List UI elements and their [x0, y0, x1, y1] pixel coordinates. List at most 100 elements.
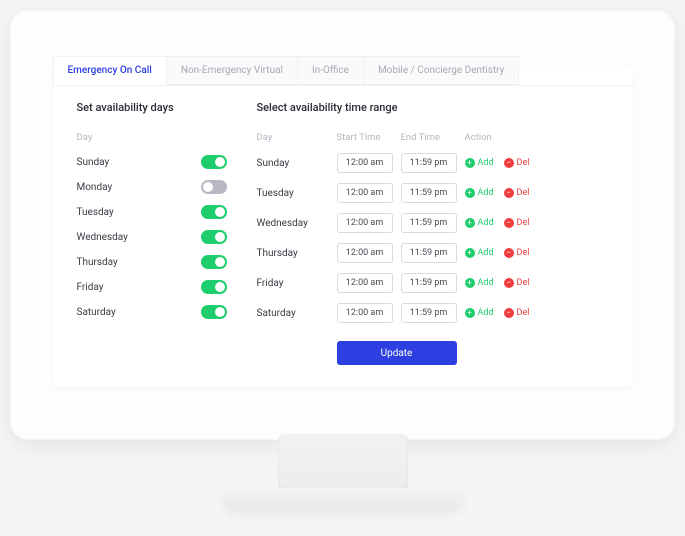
tab-in-office[interactable]: In-Office: [297, 56, 364, 85]
start-time-input[interactable]: [337, 153, 393, 173]
day-label: Sunday: [77, 157, 201, 168]
del-label: Del: [517, 188, 530, 198]
plus-icon: +: [465, 158, 475, 168]
monitor-stand-neck: [278, 434, 408, 494]
day-toggle-wednesday[interactable]: [201, 230, 227, 244]
del-label: Del: [517, 218, 530, 228]
plus-icon: +: [465, 278, 475, 288]
day-label: Saturday: [77, 307, 201, 318]
del-label: Del: [517, 158, 530, 168]
start-time-input[interactable]: [337, 273, 393, 293]
minus-icon: −: [504, 188, 514, 198]
add-button[interactable]: +Add: [465, 218, 494, 228]
monitor-frame: Emergency On CallNon-Emergency VirtualIn…: [10, 10, 675, 440]
day-row: Monday: [77, 178, 227, 196]
action-cell: +Add−Del: [465, 188, 536, 198]
del-button[interactable]: −Del: [504, 248, 530, 258]
day-toggle-monday[interactable]: [201, 180, 227, 194]
time-day-label: Thursday: [257, 248, 337, 259]
del-label: Del: [517, 248, 530, 258]
add-label: Add: [478, 278, 494, 288]
end-time-input[interactable]: [401, 153, 457, 173]
time-row: Saturday+Add−Del: [257, 303, 609, 323]
update-button[interactable]: Update: [337, 341, 457, 365]
day-toggle-sunday[interactable]: [201, 155, 227, 169]
add-button[interactable]: +Add: [465, 278, 494, 288]
minus-icon: −: [504, 248, 514, 258]
add-label: Add: [478, 308, 494, 318]
tab-mobile-concierge-dentistry[interactable]: Mobile / Concierge Dentistry: [363, 56, 519, 85]
day-toggle-thursday[interactable]: [201, 255, 227, 269]
start-time-input[interactable]: [337, 213, 393, 233]
time-range-title: Select availability time range: [257, 101, 609, 114]
day-row: Friday: [77, 278, 227, 296]
minus-icon: −: [504, 158, 514, 168]
day-label: Friday: [77, 282, 201, 293]
start-time-input[interactable]: [337, 243, 393, 263]
action-cell: +Add−Del: [465, 278, 536, 288]
hdr-end: End Time: [401, 132, 465, 143]
start-time-input[interactable]: [337, 183, 393, 203]
action-cell: +Add−Del: [465, 158, 536, 168]
availability-days-column: Set availability days Day Sunday Monday Tu…: [77, 101, 227, 365]
monitor-stand-base: [223, 488, 463, 510]
add-button[interactable]: +Add: [465, 158, 494, 168]
action-cell: +Add −Del: [465, 308, 536, 318]
minus-icon: −: [504, 218, 514, 228]
time-day-label: Friday: [257, 278, 337, 289]
add-button[interactable]: +Add: [465, 188, 494, 198]
add-button[interactable]: +Add: [465, 248, 494, 258]
add-label: Add: [478, 158, 494, 168]
add-button[interactable]: +Add: [465, 308, 494, 318]
tab-non-emergency-virtual[interactable]: Non-Emergency Virtual: [166, 56, 298, 85]
set-days-title: Set availability days: [77, 101, 227, 114]
days-header: Day: [77, 132, 227, 143]
days-header-label: Day: [77, 132, 93, 143]
availability-panel: Emergency On CallNon-Emergency VirtualIn…: [53, 65, 633, 387]
day-row: Wednesday: [77, 228, 227, 246]
plus-icon: +: [465, 308, 475, 318]
end-time-input[interactable]: [401, 273, 457, 293]
add-label: Add: [478, 188, 494, 198]
end-time-input[interactable]: [401, 243, 457, 263]
time-row: Thursday+Add−Del: [257, 243, 609, 263]
time-row: Sunday+Add−Del: [257, 153, 609, 173]
del-button[interactable]: −Del: [504, 188, 530, 198]
action-cell: +Add−Del: [465, 248, 536, 258]
add-label: Add: [478, 218, 494, 228]
day-toggle-tuesday[interactable]: [201, 205, 227, 219]
action-cell: +Add−Del: [465, 218, 536, 228]
day-toggle-saturday[interactable]: [201, 305, 227, 319]
end-time-input[interactable]: [401, 183, 457, 203]
tabs: Emergency On CallNon-Emergency VirtualIn…: [53, 56, 633, 86]
time-day-label: Sunday: [257, 158, 337, 169]
time-row: Friday+Add−Del: [257, 273, 609, 293]
del-button[interactable]: −Del: [504, 278, 530, 288]
day-label: Thursday: [77, 257, 201, 268]
plus-icon: +: [465, 188, 475, 198]
start-time-input[interactable]: [337, 303, 393, 323]
hdr-day: Day: [257, 132, 337, 143]
time-day-label: Tuesday: [257, 188, 337, 199]
day-row: Saturday: [77, 303, 227, 321]
time-range-column: Select availability time range Day Start…: [257, 101, 609, 365]
minus-icon: −: [504, 278, 514, 288]
day-label: Tuesday: [77, 207, 201, 218]
end-time-input[interactable]: [401, 213, 457, 233]
time-day-label: Wednesday: [257, 218, 337, 229]
day-toggle-friday[interactable]: [201, 280, 227, 294]
minus-icon: −: [504, 308, 514, 318]
del-button[interactable]: −Del: [504, 308, 530, 318]
del-button[interactable]: −Del: [504, 218, 530, 228]
time-headers: Day Start Time End Time Action: [257, 132, 609, 143]
day-label: Monday: [77, 182, 201, 193]
time-row: Wednesday+Add−Del: [257, 213, 609, 233]
day-label: Wednesday: [77, 232, 201, 243]
panel-content: Set availability days Day Sunday Monday Tu…: [53, 95, 633, 387]
del-label: Del: [517, 278, 530, 288]
tab-emergency-on-call[interactable]: Emergency On Call: [53, 56, 167, 85]
add-label: Add: [478, 248, 494, 258]
end-time-input[interactable]: [401, 303, 457, 323]
del-button[interactable]: −Del: [504, 158, 530, 168]
day-row: Tuesday: [77, 203, 227, 221]
